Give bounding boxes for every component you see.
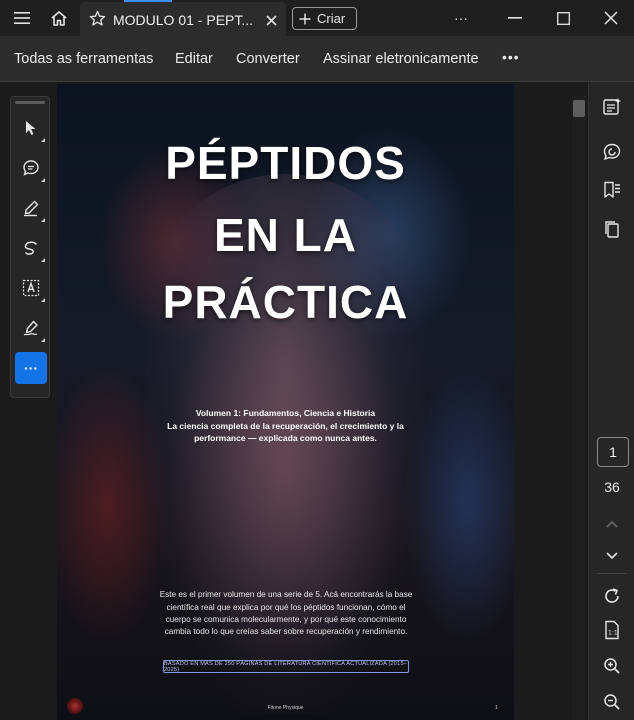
- zoom-out-icon[interactable]: [597, 687, 627, 717]
- cover-body-line-2: científica real que explica por qué los …: [166, 603, 406, 612]
- close-window-icon[interactable]: [594, 0, 628, 36]
- cover-title-line-1: PÉPTIDOS: [165, 137, 406, 189]
- cover-subtitle-line-3: performance — explicada como nunca antes…: [194, 433, 377, 443]
- next-page-icon[interactable]: [597, 541, 627, 571]
- cover-title-line-3: PRÁCTICA: [162, 276, 409, 328]
- menu-sign[interactable]: Assinar eletronicamente: [323, 51, 479, 67]
- cover-source-badge: BASADO EN MÁS DE 250 PÁGINAS DE LITERATU…: [163, 660, 409, 673]
- bookmarks-panel-icon[interactable]: [597, 175, 627, 205]
- total-pages: 36: [604, 479, 620, 495]
- rail-divider: [597, 573, 627, 574]
- cover-body-line-3: cuerpo se comunica molecularmente, y por…: [165, 615, 407, 624]
- more-options-icon[interactable]: ···: [446, 0, 476, 36]
- star-icon[interactable]: [89, 10, 106, 32]
- cover-title-line-2: EN LA: [214, 209, 357, 261]
- select-tool-icon[interactable]: [15, 112, 47, 144]
- current-page-input[interactable]: 1: [597, 437, 629, 467]
- menu-edit[interactable]: Editar: [175, 51, 213, 67]
- pdf-page: PÉPTIDOS EN LA PRÁCTICA Volumen 1: Funda…: [57, 84, 514, 720]
- right-side-panel: 1 36 1:1: [588, 82, 634, 720]
- create-button[interactable]: Criar: [292, 7, 357, 30]
- sign-pen-icon[interactable]: [15, 312, 47, 344]
- home-icon[interactable]: [44, 0, 74, 36]
- menu-all-tools[interactable]: Todas as ferramentas: [14, 51, 153, 67]
- close-tab-icon[interactable]: [266, 13, 277, 31]
- comments-panel-icon[interactable]: [597, 137, 627, 167]
- zoom-in-icon[interactable]: [597, 651, 627, 681]
- cover-body-line-4: cambia todo lo que creías saber sobre re…: [164, 627, 408, 636]
- menu-bar: Todas as ferramentas Editar Converter As…: [0, 36, 634, 82]
- cover-body-line-1: Este es el primer volumen de una serie d…: [159, 590, 413, 599]
- tab-title: MODULO 01 - PEPT...: [113, 12, 254, 28]
- minimize-icon[interactable]: [498, 0, 532, 36]
- previous-page-icon[interactable]: [597, 509, 627, 539]
- menu-more-icon[interactable]: •••: [502, 49, 520, 65]
- cover-subtitle-line-1: Volumen 1: Fundamentos, Ciencia e Histor…: [195, 408, 376, 418]
- menu-convert[interactable]: Converter: [236, 51, 300, 67]
- quick-tools-toolbar: ···: [10, 96, 50, 398]
- vertical-scrollbar[interactable]: [572, 96, 586, 720]
- actual-size-icon[interactable]: 1:1: [597, 615, 627, 645]
- rotate-icon[interactable]: [597, 581, 627, 611]
- ai-assistant-icon[interactable]: [597, 92, 627, 122]
- draw-freehand-icon[interactable]: [15, 232, 47, 264]
- footer-page-number: 1: [495, 705, 498, 711]
- hamburger-menu-icon[interactable]: [6, 0, 38, 36]
- cover-subtitle-line-2: La ciencia completa de la recuperación, …: [167, 421, 404, 431]
- toolbar-drag-handle[interactable]: [15, 101, 45, 104]
- text-box-tool-icon[interactable]: [15, 272, 47, 304]
- highlight-pen-icon[interactable]: [15, 192, 47, 224]
- scrollbar-thumb[interactable]: [573, 100, 585, 117]
- plus-icon: [299, 13, 311, 24]
- title-bar: MODULO 01 - PEPT... Criar ···: [0, 0, 634, 36]
- comment-tool-icon[interactable]: [15, 152, 47, 184]
- tab-document[interactable]: MODULO 01 - PEPT...: [80, 2, 286, 36]
- footer-brand: Fitone Physique: [267, 705, 304, 711]
- maximize-icon[interactable]: [546, 0, 580, 36]
- svg-text:1:1: 1:1: [608, 630, 618, 637]
- page-thumbnails-icon[interactable]: [597, 214, 627, 244]
- more-tools-button[interactable]: ···: [15, 352, 47, 384]
- create-button-label: Criar: [317, 11, 346, 26]
